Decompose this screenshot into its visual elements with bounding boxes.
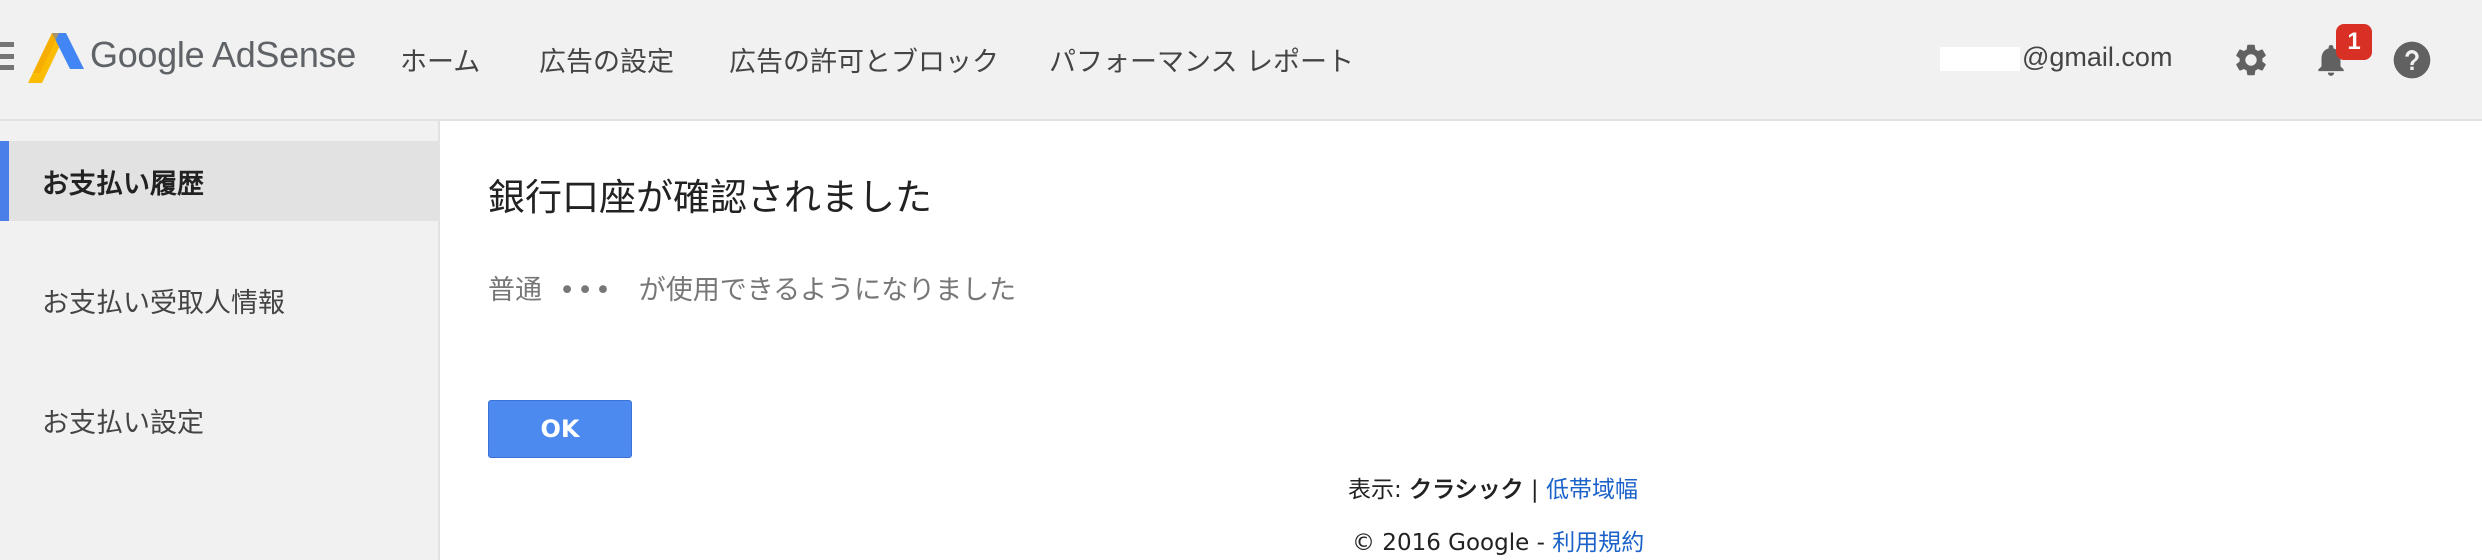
confirmation-message: 普通 ••• が使用できるようになりました bbox=[488, 268, 1016, 307]
terms-link[interactable]: 利用規約 bbox=[1552, 530, 1644, 556]
view-classic: クラシック bbox=[1409, 477, 1524, 503]
sidebar-item-payment-settings[interactable]: お支払い設定 bbox=[0, 380, 438, 460]
sidebar: お支払い履歴 お支払い受取人情報 お支払い設定 bbox=[0, 121, 440, 560]
account-email[interactable]: @gmail.com bbox=[1940, 42, 2172, 73]
sidebar-item-label: お支払い履歴 bbox=[42, 168, 204, 200]
nav-allow-block[interactable]: 広告の許可とブロック bbox=[729, 40, 999, 79]
masked-account-number: ••• bbox=[559, 275, 613, 306]
sidebar-item-label: お支払い設定 bbox=[42, 407, 204, 439]
email-domain: @gmail.com bbox=[2022, 42, 2173, 72]
sidebar-item-payee-info[interactable]: お支払い受取人情報 bbox=[0, 260, 438, 340]
ok-button[interactable]: OK bbox=[488, 400, 632, 458]
view-label: 表示: bbox=[1348, 477, 1402, 503]
page-title: 銀行口座が確認されました bbox=[488, 176, 932, 219]
low-bandwidth-link[interactable]: 低帯域幅 bbox=[1546, 477, 1638, 503]
nav-home[interactable]: ホーム bbox=[400, 40, 480, 79]
nav-performance-reports[interactable]: パフォーマンス レポート bbox=[1049, 40, 1354, 79]
view-mode-footer: 表示: クラシック | 低帯域幅 bbox=[1348, 470, 1638, 504]
menu-icon[interactable] bbox=[0, 42, 14, 70]
help-icon[interactable] bbox=[2392, 40, 2432, 80]
footer-separator: | bbox=[1530, 477, 1539, 503]
gear-icon[interactable] bbox=[2232, 41, 2270, 79]
adsense-logo-icon bbox=[28, 33, 84, 83]
account-type: 普通 bbox=[488, 275, 542, 306]
redacted-username bbox=[1940, 46, 2020, 71]
copyright-text: © 2016 Google - bbox=[1352, 530, 1545, 556]
top-bar: Google AdSense ホーム 広告の設定 広告の許可とブロック パフォー… bbox=[0, 0, 2482, 121]
copyright-footer: © 2016 Google - 利用規約 bbox=[1352, 523, 1644, 557]
notification-badge[interactable]: 1 bbox=[2336, 24, 2372, 60]
nav-ad-settings[interactable]: 広告の設定 bbox=[539, 40, 674, 79]
sidebar-item-label: お支払い受取人情報 bbox=[42, 287, 285, 319]
app-brand[interactable]: Google AdSense bbox=[90, 34, 356, 76]
sidebar-item-payment-history[interactable]: お支払い履歴 bbox=[0, 141, 438, 221]
message-text: が使用できるようになりました bbox=[638, 275, 1017, 306]
